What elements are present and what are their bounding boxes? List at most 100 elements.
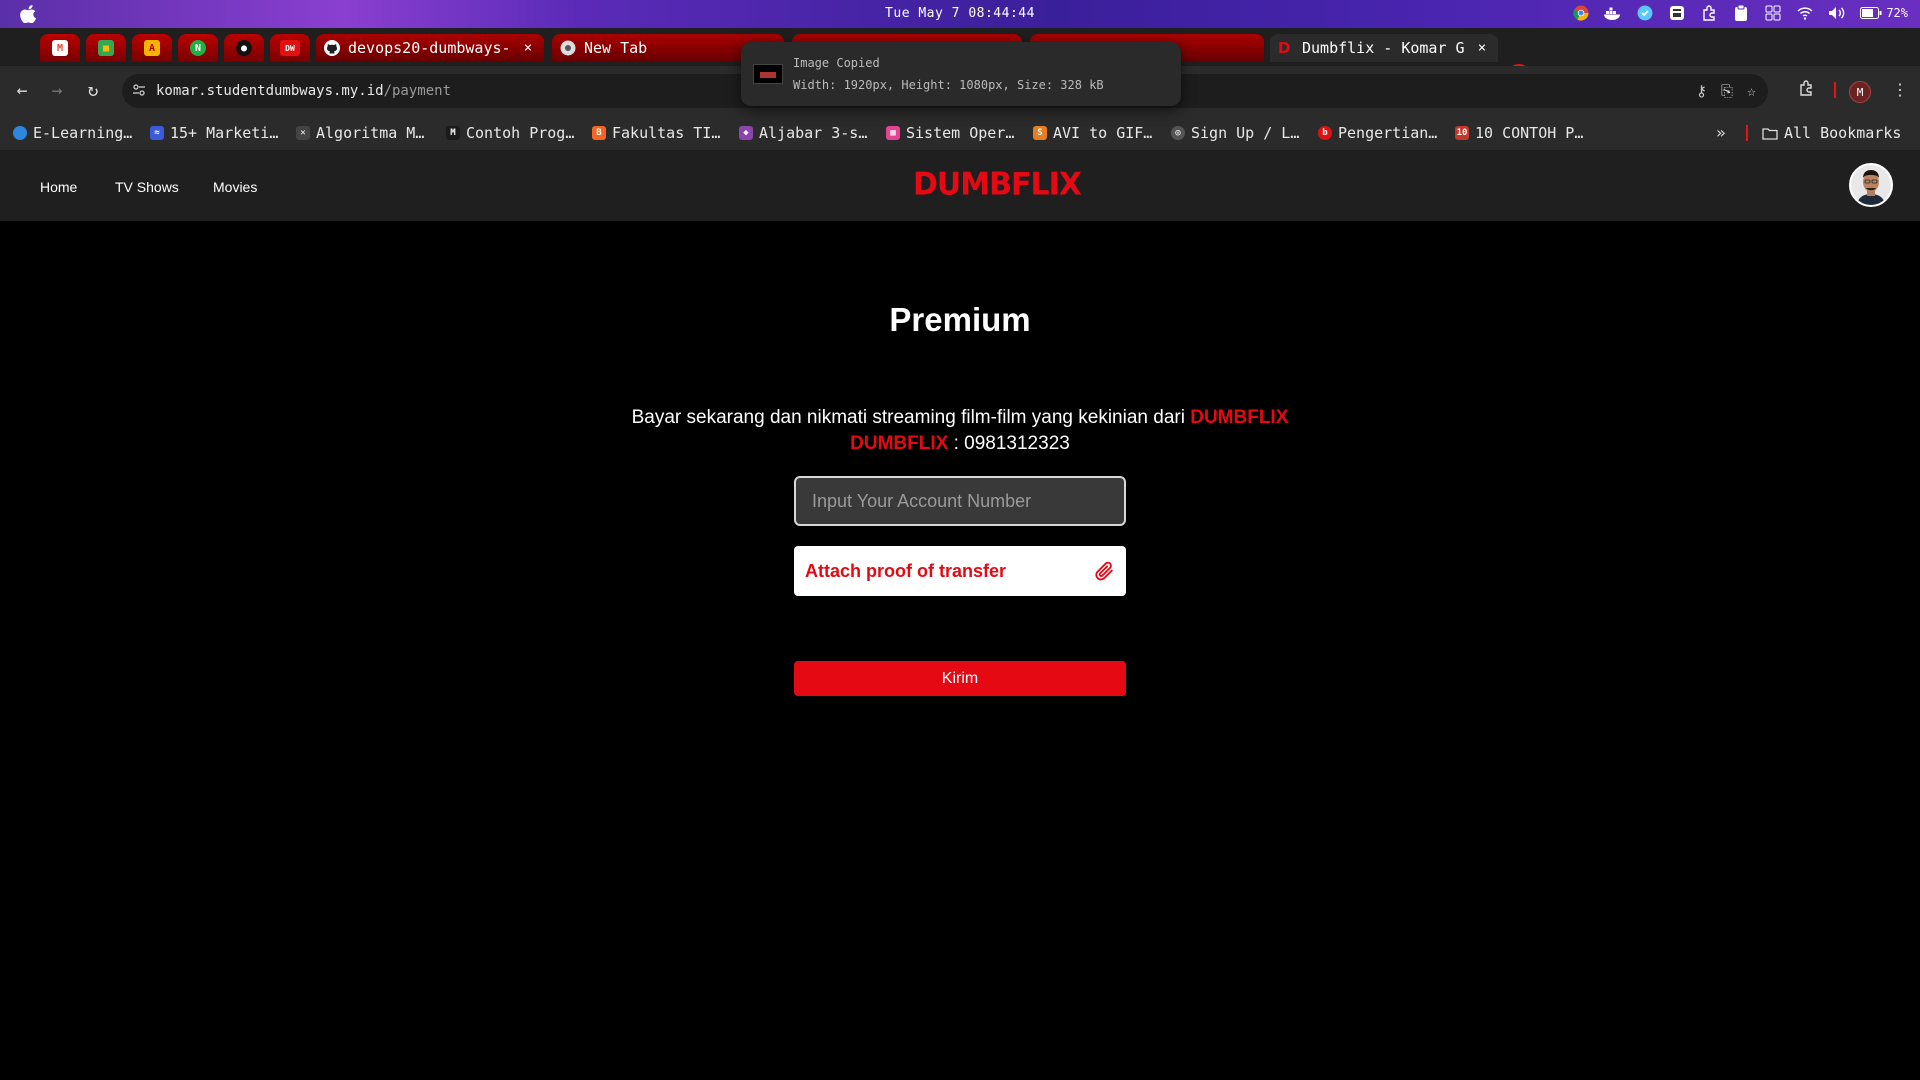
bookmark-label: Sistem Oper… xyxy=(906,124,1015,142)
system-menubar: Tue May 7 08:44:44 72% xyxy=(0,0,1920,28)
notification-detail: Width: 1920px, Height: 1080px, Size: 328… xyxy=(793,78,1104,92)
tab-github[interactable]: devops20-dumbways- × xyxy=(316,34,544,62)
account-brand: DUMBFLIX xyxy=(850,433,949,454)
volume-icon[interactable] xyxy=(1828,4,1846,22)
more-bookmarks-icon[interactable]: » xyxy=(1716,123,1726,142)
dumbways-icon: DW xyxy=(280,40,300,56)
bookmark-star-icon[interactable]: ☆ xyxy=(1747,82,1756,100)
tab-dumbflix[interactable]: D Dumbflix - Komar G × xyxy=(1270,34,1498,62)
folder-icon xyxy=(1762,127,1778,140)
nav-tv-shows-link[interactable]: TV Shows xyxy=(115,179,179,195)
all-bookmarks-button[interactable]: All Bookmarks xyxy=(1762,124,1901,142)
bookmark-label: Contoh Prog… xyxy=(466,124,575,142)
sheets-icon: ■ xyxy=(98,40,114,56)
user-avatar[interactable] xyxy=(1849,163,1893,207)
battery-icon xyxy=(1860,7,1882,19)
omnibox-actions: ⚷ ⎘ ☆ xyxy=(1696,82,1756,100)
payment-description: Bayar sekarang dan nikmati streaming fil… xyxy=(0,405,1920,457)
all-bookmarks-label: All Bookmarks xyxy=(1784,124,1902,142)
back-icon[interactable]: ← xyxy=(11,80,33,101)
bookmark-favicon-icon: B xyxy=(592,126,606,140)
site-info-icon[interactable] xyxy=(132,83,150,99)
bookmark-item[interactable]: 10 10 CONTOH P… xyxy=(1455,124,1583,142)
bookmark-item[interactable]: ▦ Sistem Oper… xyxy=(886,124,1014,142)
bookmark-item[interactable]: S AVI to GIF… xyxy=(1033,124,1152,142)
paperclip-icon xyxy=(1095,561,1113,581)
install-app-icon[interactable]: ⎘ xyxy=(1721,82,1733,100)
bookmark-item[interactable]: ◎ Sign Up / L… xyxy=(1171,124,1299,142)
battery-percent: 72% xyxy=(1886,6,1908,20)
pinned-tab-sheets[interactable]: ■ xyxy=(86,34,126,62)
extensions-puzzle-icon[interactable] xyxy=(1798,80,1814,100)
close-tab-icon[interactable]: × xyxy=(520,40,536,56)
bookmark-label: Sign Up / L… xyxy=(1191,124,1300,142)
close-tab-icon[interactable]: × xyxy=(1474,40,1490,56)
extension-tray-icon[interactable] xyxy=(1700,4,1718,22)
url-host: komar.studentdumbways.my.id xyxy=(156,83,384,99)
ghost-icon: ● xyxy=(236,40,252,56)
chrome-menu-icon[interactable]: ⋮ xyxy=(1892,80,1908,99)
toolbar-divider xyxy=(1834,82,1836,98)
screenshot-thumbnail xyxy=(753,64,783,84)
bookmark-label: Algoritma M… xyxy=(316,124,425,142)
dumbflix-page: Home TV Shows Movies DUMBFLIX Premium Ba… xyxy=(0,150,1920,1080)
description-text: Bayar sekarang dan nikmati streaming fil… xyxy=(631,407,1185,428)
bookmark-label: Aljabar 3-s… xyxy=(759,124,868,142)
bookmarks-divider xyxy=(1746,125,1748,141)
account-number-input[interactable] xyxy=(794,476,1126,526)
account-separator: : xyxy=(948,433,965,454)
bookmark-favicon-icon: ✕ xyxy=(296,126,310,140)
bookmark-favicon-icon: ◆ xyxy=(739,126,753,140)
nav-home-link[interactable]: Home xyxy=(40,179,77,195)
bookmark-item[interactable]: ✕ Algoritma M… xyxy=(296,124,424,142)
battery-status[interactable]: 72% xyxy=(1860,6,1908,20)
bookmarks-bar: E-Learning… ≈15+ Marketi… ✕ Algoritma M… … xyxy=(0,116,1920,150)
bookmark-label: 15+ Marketi… xyxy=(170,124,279,142)
pinned-tab-gmail[interactable]: M xyxy=(40,34,80,62)
docker-tray-icon[interactable] xyxy=(1604,4,1622,22)
bookmark-favicon-icon: S xyxy=(1033,126,1047,140)
reload-icon[interactable]: ↻ xyxy=(82,80,104,101)
control-center-icon[interactable] xyxy=(1764,4,1782,22)
bookmark-label: 10 CONTOH P… xyxy=(1475,124,1584,142)
bookmark-item[interactable]: b Pengertian… xyxy=(1318,124,1437,142)
bookmark-label: Fakultas TI… xyxy=(612,124,721,142)
bookmark-favicon-icon: ≈ xyxy=(150,126,164,140)
bookmark-favicon-icon: b xyxy=(1318,126,1332,140)
description-line-1: Bayar sekarang dan nikmati streaming fil… xyxy=(0,405,1920,431)
forward-icon[interactable]: → xyxy=(46,80,68,101)
gmail-icon: M xyxy=(52,40,68,56)
url-path: /payment xyxy=(383,83,452,99)
vpn-tray-icon[interactable] xyxy=(1636,4,1654,22)
bookmark-favicon-icon xyxy=(13,126,27,140)
bookmark-label: AVI to GIF… xyxy=(1053,124,1153,142)
pinned-tab-dumbways[interactable]: DW xyxy=(270,34,310,62)
kirim-submit-button[interactable]: Kirim xyxy=(794,661,1126,696)
account-number: 0981312323 xyxy=(964,433,1070,454)
brand-name: DUMBFLIX xyxy=(1190,407,1289,428)
clipboard-tray-icon[interactable] xyxy=(1732,4,1750,22)
nav-movies-link[interactable]: Movies xyxy=(213,179,257,195)
clipboard-manager-tray-icon[interactable] xyxy=(1668,4,1686,22)
pinned-tab-pdf[interactable]: A xyxy=(132,34,172,62)
bookmark-item[interactable]: M Contoh Prog… xyxy=(446,124,574,142)
bookmark-item[interactable]: E-Learning… xyxy=(13,124,132,142)
bookmark-item[interactable]: B Fakultas TI… xyxy=(592,124,720,142)
bookmark-favicon-icon: ▦ xyxy=(886,126,900,140)
bookmark-item[interactable]: ≈15+ Marketi… xyxy=(150,124,278,142)
github-icon xyxy=(324,40,340,56)
pinned-tab-ghost[interactable]: ● xyxy=(224,34,264,62)
attach-proof-button[interactable]: Attach proof of transfer xyxy=(794,546,1126,596)
bookmark-label: Pengertian… xyxy=(1338,124,1438,142)
bookmark-item[interactable]: ◆ Aljabar 3-s… xyxy=(739,124,867,142)
dumbflix-logo[interactable]: DUMBFLIX xyxy=(913,166,1082,203)
bookmark-label: E-Learning… xyxy=(33,124,133,142)
wifi-icon[interactable] xyxy=(1796,4,1814,22)
page-title: Premium xyxy=(889,301,1031,338)
bookmark-favicon-icon: ◎ xyxy=(1171,126,1185,140)
app-navbar: Home TV Shows Movies DUMBFLIX xyxy=(0,150,1920,221)
chrome-tray-icon[interactable] xyxy=(1572,4,1590,22)
password-key-icon[interactable]: ⚷ xyxy=(1696,82,1707,100)
profile-avatar-button[interactable]: M xyxy=(1849,81,1871,103)
pinned-tab-notion[interactable]: N xyxy=(178,34,218,62)
